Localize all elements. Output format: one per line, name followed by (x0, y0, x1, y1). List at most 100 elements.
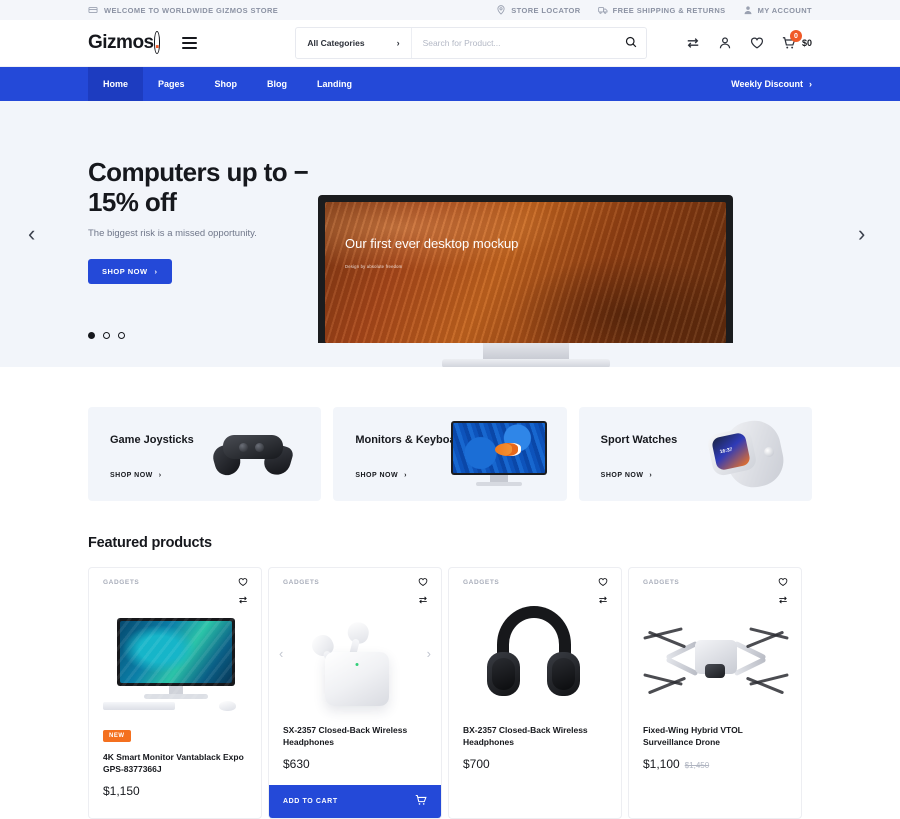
chevron-right-icon: › (404, 472, 407, 479)
wishlist-heart-icon[interactable] (418, 577, 428, 587)
site-logo[interactable]: Gizmos. (88, 31, 161, 54)
category-card-monitors-keyboards[interactable]: Monitors & Keyboards SHOP NOW › (333, 407, 567, 501)
top-link-store-locator[interactable]: STORE LOCATOR (496, 5, 580, 15)
product-price: $700 (463, 757, 607, 771)
gamepad-body (223, 435, 284, 459)
product-info: BX-2357 Closed-Back Wireless Headphones … (449, 720, 621, 785)
product-card-vtol-drone[interactable]: GADGETS Fixed-Wing Hybrid VTOL Surveilla… (628, 567, 802, 819)
nav-item-home[interactable]: Home (88, 67, 144, 101)
nav-item-blog[interactable]: Blog (252, 67, 302, 101)
product-price-current: $700 (463, 757, 490, 772)
gamepad-illustration (193, 407, 311, 501)
product-name[interactable]: BX-2357 Closed-Back Wireless Headphones (463, 724, 607, 748)
monitor-screen (450, 421, 547, 475)
welcome-text: WELCOME TO WORLDWIDE GIZMOS STORE (104, 5, 279, 15)
hero-carousel: Our first ever desktop mockup Design by … (0, 101, 900, 367)
wishlist-heart-icon[interactable] (750, 36, 764, 50)
product-price-current: $630 (283, 757, 310, 772)
monitor-stand-neck (489, 475, 508, 482)
search-bar: All Categories › (295, 27, 648, 59)
category-card-sport-watches[interactable]: Sport Watches SHOP NOW › (578, 407, 812, 501)
product-price: $1,100 $1,450 (643, 757, 787, 771)
search-input[interactable] (411, 28, 617, 58)
account-icon[interactable] (718, 36, 732, 50)
top-link-free-shipping[interactable]: FREE SHIPPING & RETURNS (597, 5, 726, 15)
product-new-badge: NEW (103, 730, 131, 742)
cart-button[interactable]: 0 $0 (782, 30, 812, 50)
product-price: $630 (283, 757, 427, 771)
featured-products-title: Featured products (88, 535, 212, 551)
hero-dot-1[interactable] (88, 332, 95, 339)
category-shop-label: SHOP NOW (600, 472, 644, 479)
hamburger-menu-icon[interactable] (182, 37, 198, 49)
category-select[interactable]: All Categories › (296, 28, 412, 58)
product-image-area: GADGETS (629, 568, 801, 720)
product-brand: GADGETS (463, 579, 500, 586)
header-icon-group: 0 $0 (686, 30, 812, 50)
search-icon (625, 36, 637, 51)
imac-mockup-image: Our first ever desktop mockup Design by … (318, 195, 733, 367)
category-select-label: All Categories (307, 38, 365, 48)
earbuds-charging-case (325, 652, 389, 706)
cart-count-badge: 0 (789, 30, 802, 42)
product-name[interactable]: SX-2357 Closed-Back Wireless Headphones (283, 724, 427, 748)
category-card-shop-now[interactable]: SHOP NOW › (110, 472, 162, 479)
hero-text-block: Computers up to − 15% off The biggest ri… (88, 157, 348, 285)
main-navigation: Home Pages Shop Blog Landing Weekly Disc… (0, 67, 900, 101)
nav-items: Home Pages Shop Blog Landing (88, 67, 367, 101)
hero-title: Computers up to − 15% off (88, 157, 309, 218)
drone-arm (665, 656, 699, 677)
product-price-old: $1,450 (684, 761, 710, 771)
hero-prev-arrow[interactable]: ‹ (28, 221, 35, 247)
product-card-4k-smart-monitor[interactable]: GADGETS NEW 4K Smart Monitor Vantablack … (88, 567, 262, 819)
hero-shop-now-button[interactable]: SHOP NOW › (88, 259, 172, 285)
hero-next-arrow[interactable]: › (858, 221, 865, 247)
product-image-area: GADGETS ‹ › (269, 568, 441, 720)
screen-overlay-text: Our first ever desktop mockup Design by … (345, 236, 518, 269)
product-name[interactable]: Fixed-Wing Hybrid VTOL Surveillance Dron… (643, 724, 787, 748)
chevron-right-icon: › (158, 472, 162, 479)
top-links: STORE LOCATOR FREE SHIPPING & RETURNS MY… (496, 5, 812, 15)
imac-screen: Our first ever desktop mockup Design by … (318, 195, 733, 343)
hero-dot-2[interactable] (103, 332, 110, 339)
weekly-discount-label: Weekly Discount (731, 79, 803, 89)
top-link-label: STORE LOCATOR (511, 5, 581, 15)
monitor-shape (450, 421, 547, 487)
wishlist-heart-icon[interactable] (778, 577, 788, 587)
hero-shop-now-label: SHOP NOW (102, 267, 148, 277)
headphones-earcup-left (487, 652, 520, 696)
nav-item-pages[interactable]: Pages (143, 67, 200, 101)
top-link-label: MY ACCOUNT (757, 5, 812, 15)
product-monitor-screen (117, 618, 235, 686)
category-card-shop-now[interactable]: SHOP NOW › (355, 472, 407, 479)
imac-stand-neck (482, 343, 569, 359)
user-icon (743, 5, 753, 15)
hero-subtitle: The biggest risk is a missed opportunity… (88, 228, 257, 240)
monitor-stand-foot (475, 482, 522, 486)
nav-item-landing[interactable]: Landing (302, 67, 367, 101)
weekly-discount-link[interactable]: Weekly Discount › (731, 67, 812, 101)
product-name[interactable]: 4K Smart Monitor Vantablack Expo GPS-837… (103, 751, 247, 775)
category-shop-label: SHOP NOW (110, 472, 153, 479)
chevron-right-icon: › (154, 267, 158, 277)
earbuds-artwork (303, 612, 409, 712)
category-card-game-joysticks[interactable]: Game Joysticks SHOP NOW › (88, 407, 322, 501)
nav-item-shop[interactable]: Shop (200, 67, 253, 101)
hero-dot-3[interactable] (118, 332, 125, 339)
add-to-cart-button[interactable]: ADD TO CART (269, 785, 441, 819)
category-card-shop-now[interactable]: SHOP NOW › (601, 472, 653, 479)
top-link-my-account[interactable]: MY ACCOUNT (743, 5, 812, 15)
product-brand: GADGETS (103, 579, 140, 586)
drone-arm (733, 656, 767, 677)
shopping-cart-icon (415, 793, 427, 811)
search-button[interactable] (616, 28, 646, 58)
wishlist-heart-icon[interactable] (238, 577, 248, 587)
compare-icon[interactable] (686, 36, 700, 50)
wishlist-heart-icon[interactable] (598, 577, 608, 587)
product-info: Fixed-Wing Hybrid VTOL Surveillance Dron… (629, 720, 801, 785)
product-info: SX-2357 Closed-Back Wireless Headphones … (269, 720, 441, 785)
product-card-bx-2357-headphones[interactable]: GADGETS BX-2357 Closed-Back Wireless Hea… (448, 567, 622, 819)
product-card-sx-2357-headphones[interactable]: GADGETS ‹ › SX-2357 Closed-Back Wireless… (268, 567, 442, 819)
hero-slide: Our first ever desktop mockup Design by … (0, 101, 900, 367)
chevron-right-icon: › (809, 79, 812, 89)
